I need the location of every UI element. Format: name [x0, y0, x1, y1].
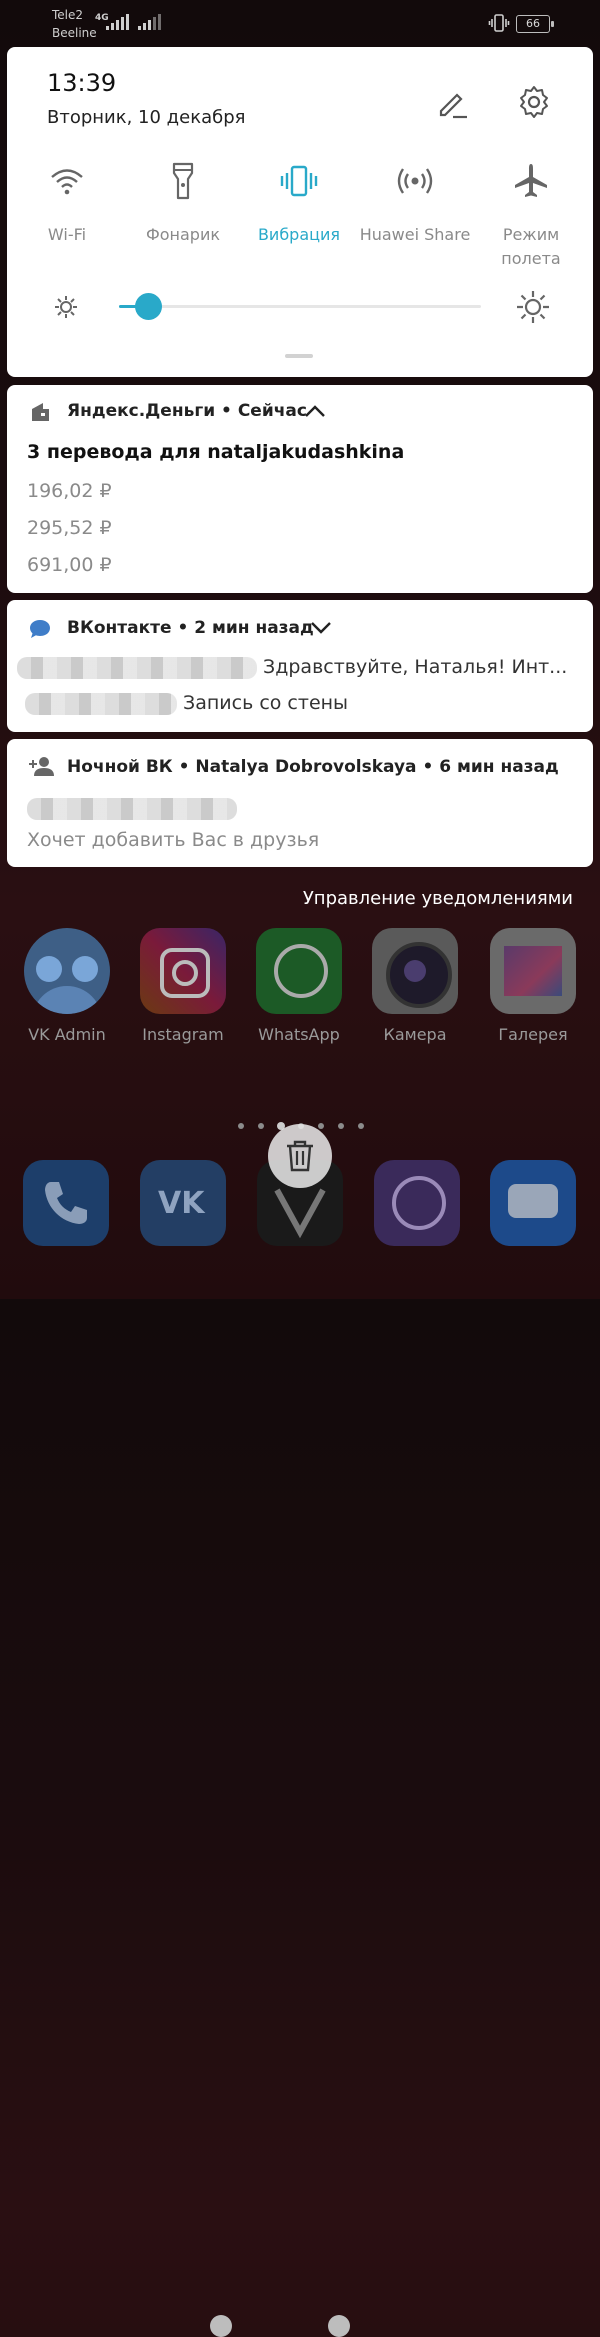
tile-label: Huawei Share [359, 225, 471, 244]
notification-subtitle: Хочет добавить Вас в друзья [27, 829, 320, 851]
status-bar: Tele2 Beeline 4G 66 [0, 0, 600, 46]
blurred-sender [25, 692, 177, 715]
app-label: Галерея [498, 1025, 568, 1044]
notification-app-name: Ночной ВК • Natalya Dobrovolskaya • 6 ми… [67, 757, 559, 777]
app-label: VK Admin [28, 1025, 106, 1044]
message-line-1: Здравствуйте, Наталья! Инт... [17, 656, 567, 679]
brightness-knob[interactable] [135, 293, 162, 320]
notification-yandex-money[interactable]: Яндекс.Деньги • Сейчас 3 перевода для na… [7, 385, 593, 593]
viber-app-icon[interactable] [374, 1160, 460, 1246]
tile-huawei-share[interactable]: Huawei Share [357, 159, 473, 247]
home-app-row: VK Admin Instagram WhatsApp Камера Галер… [0, 928, 600, 1058]
tile-wifi[interactable]: Wi-Fi [9, 159, 125, 247]
notification-vkontakte[interactable]: ВКонтакте • 2 мин назад Здравствуйте, На… [7, 600, 593, 732]
airplane-icon [515, 164, 547, 197]
tile-vibration[interactable]: Вибрация [241, 159, 357, 247]
vibration-status-icon [488, 14, 510, 32]
notification-app-name: ВКонтакте • 2 мин назад [67, 618, 314, 638]
whatsapp-icon [256, 928, 342, 1014]
notification-app-name: Яндекс.Деньги • Сейчас [67, 401, 307, 421]
blurred-line [27, 797, 237, 820]
tile-label: Вибрация [257, 225, 341, 244]
brightness-slider[interactable] [119, 293, 481, 320]
gallery-icon [490, 928, 576, 1014]
clock: 13:39 [47, 69, 117, 97]
chat-bubble-icon [30, 620, 50, 638]
panel-drag-handle[interactable] [285, 354, 313, 358]
add-friend-icon [29, 757, 54, 776]
app-label: Instagram [142, 1025, 224, 1044]
message-line-2: Запись со стены [25, 692, 348, 715]
carrier-2: Beeline [52, 26, 97, 40]
blurred-name [27, 797, 237, 820]
amount-1: 196,02 ₽ [27, 480, 112, 502]
notification-night-vk[interactable]: Ночной ВК • Natalya Dobrovolskaya • 6 ми… [7, 739, 593, 867]
brightness-high-icon [517, 291, 549, 323]
camera-icon [372, 928, 458, 1014]
clear-notifications-button[interactable] [268, 1124, 332, 1188]
trash-icon [287, 1140, 313, 1172]
messages-app-icon[interactable] [490, 1160, 576, 1246]
edit-icon[interactable] [435, 85, 471, 121]
app-label: Камера [383, 1025, 447, 1044]
tile-airplane[interactable]: Режим полета [473, 159, 589, 271]
tile-label: Режим полета [501, 225, 561, 268]
huawei-share-icon [397, 168, 433, 194]
tile-flashlight[interactable]: Фонарик [125, 159, 241, 247]
brightness-low-icon [55, 296, 77, 318]
app-instagram[interactable]: Instagram [125, 928, 241, 1044]
yandex-money-icon [32, 403, 49, 421]
app-gallery[interactable]: Галерея [475, 928, 591, 1044]
amount-2: 295,52 ₽ [27, 517, 112, 539]
chevron-up-icon[interactable] [303, 403, 327, 419]
vk-admin-icon [24, 928, 110, 1014]
quick-settings-panel: 13:39 Вторник, 10 декабря Wi-Fi Фонарик … [7, 47, 593, 377]
message-text: Здравствуйте, Наталья! Инт... [263, 656, 568, 678]
phone-app-icon[interactable] [23, 1160, 109, 1246]
app-whatsapp[interactable]: WhatsApp [241, 928, 357, 1044]
app-label: WhatsApp [258, 1025, 340, 1044]
battery-indicator: 66 [516, 15, 554, 33]
amount-3: 691,00 ₽ [27, 554, 112, 576]
notification-title: 3 перевода для nataljakudashkina [27, 441, 405, 463]
gear-icon[interactable] [515, 83, 553, 121]
tile-label: Wi-Fi [47, 225, 87, 244]
message-text: Запись со стены [183, 692, 349, 714]
blurred-sender [17, 656, 257, 679]
app-badge [210, 2315, 232, 2337]
flashlight-icon [172, 162, 194, 200]
vibration-icon [280, 165, 318, 197]
app-vk-admin[interactable]: VK Admin [9, 928, 125, 1044]
signal-icon [106, 14, 129, 30]
signal-icon-2 [138, 14, 161, 30]
date: Вторник, 10 декабря [47, 107, 246, 128]
app-camera[interactable]: Камера [357, 928, 473, 1044]
app-badge [328, 2315, 350, 2337]
brightness-row [7, 287, 593, 327]
instagram-icon [140, 928, 226, 1014]
tile-label: Фонарик [145, 225, 221, 244]
wifi-icon [51, 169, 83, 195]
manage-notifications-button[interactable]: Управление уведомлениями [303, 888, 573, 909]
chevron-down-icon[interactable] [309, 620, 333, 636]
vk-app-icon[interactable]: VK [140, 1160, 226, 1246]
carrier-1: Tele2 [52, 8, 84, 22]
